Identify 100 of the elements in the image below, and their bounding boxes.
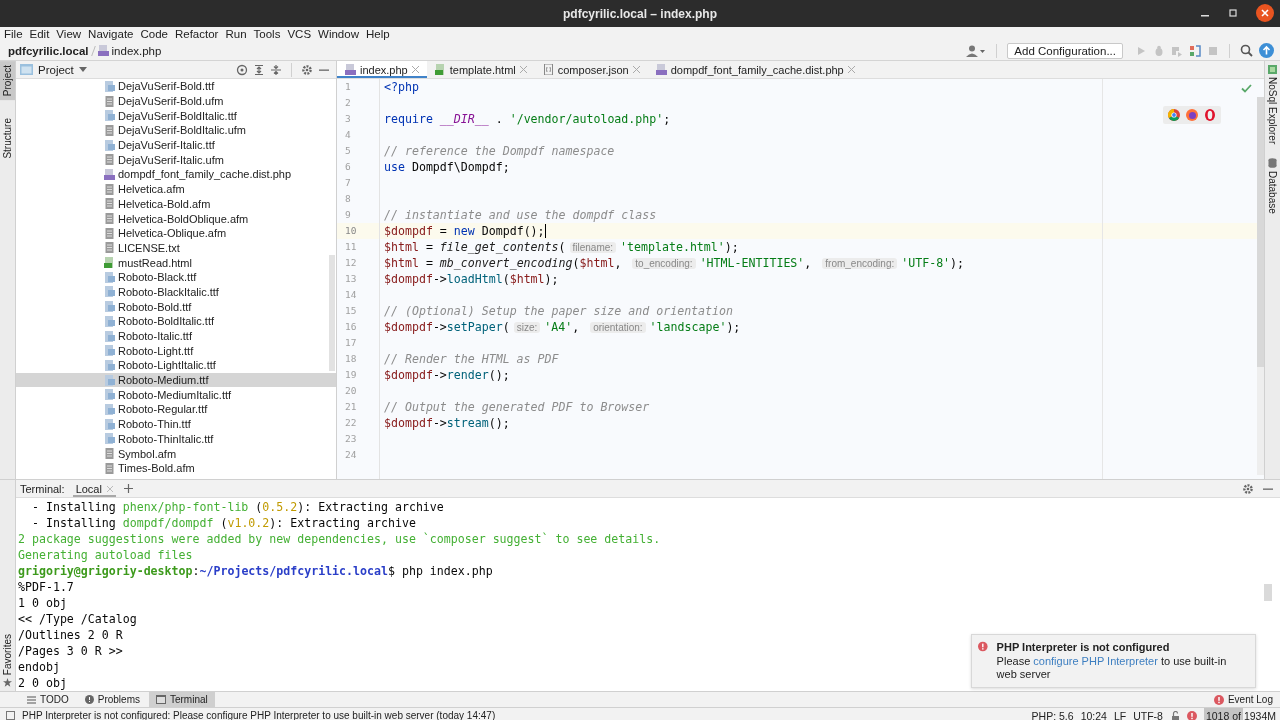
font-file-icon xyxy=(104,139,115,151)
breadcrumb-item[interactable]: pdfcyrilic.local xyxy=(8,44,89,57)
line-number: 24 xyxy=(344,448,358,462)
code-line: // reference the Dompdf namespace xyxy=(384,143,615,159)
lock-icon[interactable] xyxy=(1169,710,1180,720)
error-icon[interactable] xyxy=(1186,710,1197,720)
breadcrumb-item[interactable]: index.php xyxy=(97,44,162,57)
tree-item[interactable]: Helvetica-BoldOblique.afm xyxy=(16,211,336,226)
terminal-line: endobj xyxy=(17,659,60,675)
menu-item[interactable]: Refactor xyxy=(174,28,219,40)
menu-item[interactable]: View xyxy=(56,28,82,40)
build-icon[interactable] xyxy=(1189,44,1201,57)
code-line: $dompdf = new Dompdf(); xyxy=(384,223,545,239)
error-icon xyxy=(1213,694,1224,705)
tree-item[interactable]: Roboto-Thin.ttf xyxy=(16,416,336,432)
event-log-tab[interactable]: Event Log xyxy=(1206,692,1280,707)
file-icon xyxy=(104,198,115,210)
line-number: 8 xyxy=(344,192,352,206)
tree-item[interactable]: DejaVuSerif-Bold.ufm xyxy=(16,93,336,109)
locate-icon[interactable] xyxy=(236,63,248,76)
line-separator[interactable]: LF xyxy=(1113,709,1127,720)
search-icon[interactable] xyxy=(1240,44,1253,57)
tree-item[interactable]: DejaVuSerif-Italic.ufm xyxy=(16,152,336,168)
tool-window-tab[interactable]: Project xyxy=(0,61,15,101)
tree-item[interactable]: Helvetica-Oblique.afm xyxy=(16,225,336,241)
scrollbar-thumb[interactable] xyxy=(1257,97,1264,367)
line-number: 3 xyxy=(344,112,352,126)
tool-window-tab[interactable]: Problems xyxy=(77,692,147,707)
tree-item[interactable]: LICENSE.txt xyxy=(16,240,336,256)
tool-window-tab[interactable]: TODO xyxy=(20,692,76,707)
menu-item[interactable]: File xyxy=(4,28,23,40)
menu-item[interactable]: Tools xyxy=(253,28,281,40)
font-file-icon xyxy=(104,345,115,357)
tree-item[interactable]: DejaVuSerif-Italic.ttf xyxy=(16,137,336,153)
editor-tab[interactable]: template.html xyxy=(426,61,535,78)
link[interactable]: configure PHP Interpreter xyxy=(1033,655,1158,667)
tree-item[interactable]: Helvetica-Bold.afm xyxy=(16,196,336,212)
tree-item[interactable]: Roboto-MediumItalic.ttf xyxy=(16,387,336,403)
add-configuration-button[interactable]: Add Configuration... xyxy=(1007,42,1123,59)
file-icon xyxy=(104,242,115,254)
terminal-line: - Installing phenx/php-font-lib (0.5.2): Extracting archive xyxy=(30,499,444,515)
menu-item[interactable]: Code xyxy=(140,28,168,40)
update-icon[interactable] xyxy=(1259,43,1274,58)
tool-window-tab[interactable]: Terminal xyxy=(148,692,215,707)
caret-icon[interactable] xyxy=(78,67,87,72)
session-tab[interactable]: Local xyxy=(72,480,116,497)
tree-item[interactable]: dompdf_font_family_cache.dist.php xyxy=(16,167,336,182)
terminal-line: %PDF-1.7 xyxy=(17,579,74,595)
tree-item[interactable]: Roboto-Regular.ttf xyxy=(16,402,336,417)
tool-window-tab[interactable]: Favorites xyxy=(2,633,13,675)
code-line: $dompdf->render(); xyxy=(384,367,510,383)
html-file-icon xyxy=(104,257,115,269)
php-version[interactable]: PHP: 5.6 xyxy=(1031,709,1074,720)
tool-window-tab[interactable]: Database xyxy=(1265,158,1280,215)
file-encoding[interactable]: UTF-8 xyxy=(1133,709,1163,720)
chrome-icon[interactable] xyxy=(1168,109,1180,121)
terminal-line: Generating autoload files xyxy=(17,547,193,563)
close-icon[interactable] xyxy=(1256,4,1274,22)
tree-item[interactable]: DejaVuSerif-BoldItalic.ttf xyxy=(16,108,336,124)
panel-title[interactable]: Project xyxy=(38,63,74,76)
scrollbar-thumb[interactable] xyxy=(329,255,335,371)
square-icon[interactable] xyxy=(6,711,15,720)
code-line: $dompdf->stream(); xyxy=(384,415,510,431)
tree-item[interactable]: DejaVuSerif-Bold.ttf xyxy=(16,79,336,94)
maximize-icon[interactable] xyxy=(1228,8,1238,18)
tool-window-tab[interactable]: Structure xyxy=(0,114,15,163)
settings-icon[interactable] xyxy=(1242,482,1254,495)
code-line: <?php xyxy=(384,79,419,95)
menu-item[interactable]: VCS xyxy=(287,28,312,40)
scrollbar-thumb[interactable] xyxy=(1264,584,1272,601)
opera-icon[interactable] xyxy=(1204,109,1216,121)
line-number: 20 xyxy=(344,384,358,398)
user-icon[interactable] xyxy=(966,44,987,57)
tree-item[interactable]: Helvetica.afm xyxy=(16,181,336,197)
menu-item[interactable]: Window xyxy=(318,28,359,40)
collapse-all-icon[interactable] xyxy=(270,63,282,76)
firefox-icon[interactable] xyxy=(1186,109,1198,121)
menu-item[interactable]: Navigate xyxy=(88,28,134,40)
menu-item[interactable]: Edit xyxy=(29,28,50,40)
editor-tab[interactable]: dompdf_font_family_cache.dist.php xyxy=(647,61,863,78)
tree-item[interactable]: Times-Bold.afm xyxy=(16,460,336,476)
menu-item[interactable]: Run xyxy=(225,28,247,40)
database-icon xyxy=(1268,158,1277,169)
tree-item[interactable]: DejaVuSerif-BoldItalic.ufm xyxy=(16,123,336,138)
editor-tab[interactable]: composer.json xyxy=(534,61,648,78)
caret-position[interactable]: 10:24 xyxy=(1080,709,1107,720)
editor-tab[interactable]: index.php xyxy=(337,61,427,78)
line-number: 5 xyxy=(344,144,352,158)
code-line: $html = file_get_contents( filename: 'template.html'); xyxy=(384,238,739,256)
tree-item[interactable]: Roboto-Medium.ttf xyxy=(16,372,336,388)
tree-item[interactable]: Roboto-ThinItalic.ttf xyxy=(16,431,336,447)
terminal-line: << /Type /Catalog xyxy=(17,611,137,627)
panel-title: Terminal: xyxy=(20,482,65,495)
tool-window-tab[interactable]: NoSql Explorer xyxy=(1265,65,1280,145)
add-icon[interactable] xyxy=(123,484,133,493)
menu-item[interactable]: Help xyxy=(365,28,390,40)
settings-icon[interactable] xyxy=(301,63,313,76)
line-number: 2 xyxy=(344,96,352,110)
tree-item[interactable]: Symbol.afm xyxy=(16,446,336,461)
expand-all-icon[interactable] xyxy=(253,63,265,76)
